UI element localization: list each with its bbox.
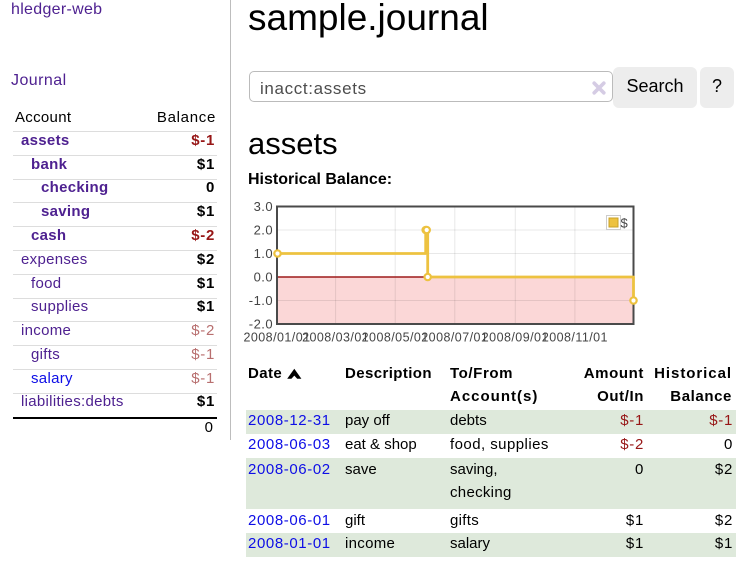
svg-text:2008/01/01: 2008/01/01 [243, 331, 310, 345]
svg-text:2008/05/01: 2008/05/01 [362, 331, 429, 345]
svg-text:2008/09/01: 2008/09/01 [482, 331, 549, 345]
svg-text:1.0: 1.0 [254, 246, 273, 261]
svg-text:-2.0: -2.0 [249, 317, 273, 332]
svg-text:2008/07/01: 2008/07/01 [421, 331, 488, 345]
svg-text:2008/11/01: 2008/11/01 [542, 331, 608, 345]
svg-text:2008/03/01: 2008/03/01 [302, 331, 369, 345]
svg-text:$: $ [621, 216, 629, 231]
svg-text:2.0: 2.0 [254, 223, 273, 238]
svg-text:3.0: 3.0 [254, 199, 273, 214]
svg-text:0.0: 0.0 [254, 270, 273, 285]
svg-text:-1.0: -1.0 [249, 293, 273, 308]
